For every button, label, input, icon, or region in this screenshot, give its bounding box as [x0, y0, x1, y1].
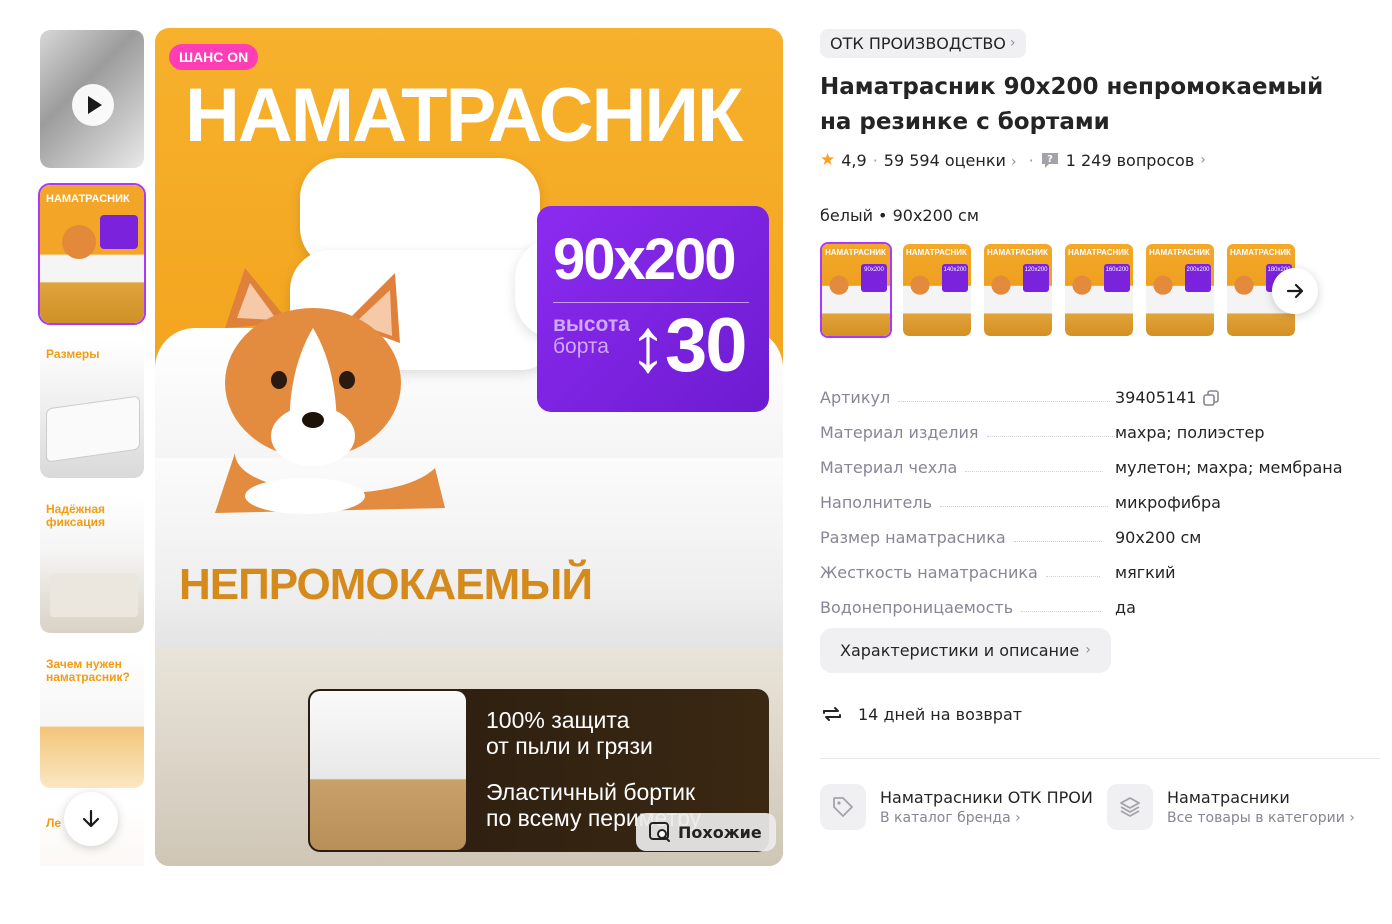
spec-row: Размер наматрасника 90х200 см	[820, 512, 1380, 547]
thumbnail-list: НАМАТРАСНИК Размеры Надёжная фиксация За…	[38, 28, 146, 866]
selected-variant-label: белый • 90х200 см	[820, 206, 979, 225]
scroll-down-button[interactable]	[64, 792, 118, 846]
characteristics-button[interactable]: Характеристики и описание ›	[820, 628, 1111, 673]
variant-option[interactable]: НАМАТРАСНИК 120х200	[982, 242, 1054, 338]
height-label-line2: борта	[553, 335, 609, 358]
thumbnail-item[interactable]: Надёжная фиксация	[38, 493, 146, 635]
divider	[820, 758, 1380, 759]
characteristics-button-label: Характеристики и описание	[840, 641, 1080, 660]
corgi-image	[215, 268, 445, 514]
brand-catalog-title: Наматрасники ОТК ПРОИ	[880, 788, 1093, 807]
brand-name: ОТК ПРОИЗВОДСТВО	[830, 34, 1006, 53]
reviews-count: 59 594 оценки	[883, 150, 1006, 170]
variant-selector: НАМАТРАСНИК 90х200 НАМАТРАСНИК 140х200 НАМ…	[820, 242, 1320, 338]
questions-link[interactable]: ? 1 249 вопросов ›	[1040, 151, 1206, 170]
feature-photo	[310, 691, 466, 850]
brand-link[interactable]: ОТК ПРОИЗВОДСТВО ›	[820, 29, 1026, 58]
return-arrows-icon	[823, 707, 841, 721]
thumbnail-label: Надёжная фиксация	[46, 502, 106, 529]
variant-option[interactable]: НАМАТРАСНИК 90х200	[820, 242, 892, 338]
size-label: 90х200	[553, 227, 737, 292]
spec-value: микрофибра	[1115, 493, 1221, 512]
similar-button[interactable]: Похожие	[636, 813, 776, 851]
spec-value: 39405141	[1115, 388, 1220, 407]
height-value: ↕30	[629, 303, 748, 388]
svg-text:?: ?	[1047, 154, 1053, 165]
article-number: 39405141	[1115, 388, 1197, 407]
variant-option[interactable]: НАМАТРАСНИК 160х200	[1063, 242, 1135, 338]
product-title: Наматрасник 90х200 непромокаемый на рези…	[820, 74, 1324, 135]
tag-icon	[820, 784, 866, 830]
chevron-right-icon: ›	[1015, 810, 1021, 826]
return-info: 14 дней на возврат	[820, 702, 1022, 726]
spec-value: да	[1115, 598, 1136, 617]
category-link[interactable]: Наматрасники Все товары в категории ›	[1107, 784, 1355, 830]
thumbnail-label: Ле	[46, 816, 62, 830]
spec-row: Материал чехла мулетон; махра; мембрана	[820, 442, 1380, 477]
spec-key: Размер наматрасника	[820, 528, 1006, 547]
thumbnail-item[interactable]: НАМАТРАСНИК	[38, 183, 146, 325]
reviews-link[interactable]: 59 594 оценки ›	[884, 151, 1017, 170]
layers-icon	[1107, 784, 1153, 830]
copy-icon[interactable]	[1202, 389, 1220, 407]
promo-badge: ШАНС ON	[169, 44, 259, 70]
height-label: высота борта	[553, 314, 630, 358]
rating-value: 4,9	[841, 150, 867, 170]
spec-row: Водонепроницаемость да	[820, 582, 1380, 617]
chevron-right-icon: ›	[1349, 810, 1355, 826]
spec-value: 90х200 см	[1115, 528, 1202, 547]
spec-value: мягкий	[1115, 563, 1176, 582]
spec-key: Жесткость наматрасника	[820, 563, 1038, 582]
spec-row: Артикул 39405141	[820, 372, 1380, 407]
thumbnail-label: Размеры	[46, 347, 100, 361]
image-search-icon	[649, 822, 670, 842]
spec-key: Артикул	[820, 388, 891, 407]
category-title: Наматрасники	[1167, 788, 1290, 807]
play-icon[interactable]	[72, 84, 114, 126]
chevron-right-icon: ›	[1011, 153, 1017, 170]
thumbnail-video[interactable]	[38, 28, 146, 170]
variant-option[interactable]: НАМАТРАСНИК 200х200	[1144, 242, 1216, 338]
chevron-right-icon: ›	[1009, 35, 1016, 51]
thumbnail-item[interactable]: Размеры	[38, 338, 146, 480]
spec-key: Материал чехла	[820, 458, 958, 477]
brand-catalog-subtitle: В каталог бренда ›	[880, 810, 1021, 826]
arrow-right-icon	[1286, 283, 1304, 299]
questions-count: 1 249 вопросов	[1065, 150, 1195, 170]
question-bubble-icon: ?	[1041, 153, 1058, 168]
chevron-right-icon: ›	[1085, 642, 1091, 658]
star-icon: ★	[820, 150, 836, 170]
rating-row: ★ 4,9 · 59 594 оценки › · ? 1 249 вопрос…	[820, 150, 1206, 170]
height-label-line1: высота	[553, 313, 630, 336]
spec-key: Материал изделия	[820, 423, 979, 442]
size-info-box: 90х200 высота борта ↕30	[537, 206, 769, 412]
variant-option[interactable]: НАМАТРАСНИК 140х200	[901, 242, 973, 338]
spec-row: Материал изделия махра; полиэстер	[820, 407, 1380, 442]
variants-next-button[interactable]	[1272, 268, 1318, 314]
thumbnail-label: Зачем нужен наматрасник?	[46, 657, 130, 684]
waterproof-label: НЕПРОМОКАЕМЫЙ	[179, 560, 593, 609]
chevron-right-icon: ›	[1200, 152, 1206, 168]
hero-title: НАМАТРАСНИК	[185, 73, 743, 158]
specs-table: Артикул 39405141 Материал изделия махра;…	[820, 372, 1380, 617]
spec-key: Наполнитель	[820, 493, 932, 512]
spec-value: мулетон; махра; мембрана	[1115, 458, 1343, 477]
spec-row: Наполнитель микрофибра	[820, 477, 1380, 512]
main-product-image[interactable]: ШАНС ON НАМАТРАСНИК 90х200 высота борта …	[155, 28, 783, 866]
thumbnail-label: НАМАТРАСНИК	[46, 193, 130, 205]
spec-value: махра; полиэстер	[1115, 423, 1265, 442]
feature-text-1: 100% защита от пыли и грязи	[486, 707, 653, 759]
thumbnail-item[interactable]: Зачем нужен наматрасник?	[38, 648, 146, 790]
spec-key: Водонепроницаемость	[820, 598, 1014, 617]
brand-catalog-link[interactable]: Наматрасники ОТК ПРОИ В каталог бренда ›	[820, 784, 1094, 830]
arrow-down-icon	[82, 809, 100, 828]
spec-row: Жесткость наматрасника мягкий	[820, 547, 1380, 582]
category-subtitle: Все товары в категории ›	[1167, 810, 1355, 826]
similar-button-label: Похожие	[678, 822, 762, 842]
return-text: 14 дней на возврат	[858, 704, 1023, 724]
